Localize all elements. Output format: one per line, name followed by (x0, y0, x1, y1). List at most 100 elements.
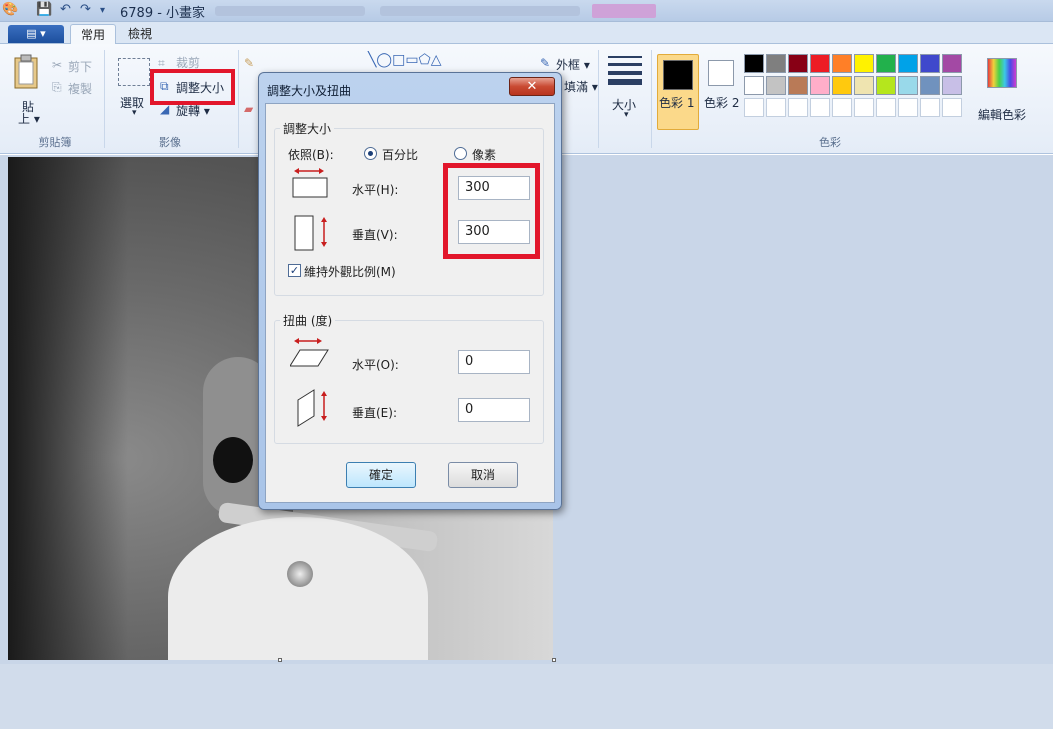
custom-color-slot[interactable] (832, 98, 852, 117)
color1-button[interactable] (657, 54, 699, 130)
skew-legend: 扭曲 (度) (280, 312, 336, 329)
palette-color-swatch[interactable] (942, 76, 962, 95)
custom-color-slot[interactable] (876, 98, 896, 117)
horizontal-skew-icon (290, 338, 329, 367)
collar-bell (287, 561, 313, 587)
paint-app-icon[interactable]: 🎨 (2, 2, 18, 17)
pixels-label[interactable]: 像素 (472, 146, 496, 163)
palette-color-swatch[interactable] (876, 76, 896, 95)
select-icon[interactable] (118, 58, 150, 86)
edit-colors-icon[interactable] (987, 58, 1017, 88)
maintain-ratio-label[interactable]: 維持外觀比例(M) (304, 263, 396, 280)
workspace-bottom (0, 664, 1053, 729)
custom-color-slot[interactable] (942, 98, 962, 117)
separator (598, 50, 599, 148)
custom-color-slot[interactable] (744, 98, 764, 117)
palette-color-swatch[interactable] (744, 76, 764, 95)
separator (238, 50, 239, 148)
palette-color-swatch[interactable] (766, 76, 786, 95)
custom-color-slot[interactable] (898, 98, 918, 117)
palette-color-swatch[interactable] (920, 76, 940, 95)
percent-label[interactable]: 百分比 (382, 146, 418, 163)
color1-label[interactable]: 色彩 1 (659, 94, 694, 111)
dialog-close-button[interactable]: ✕ (509, 77, 555, 96)
palette-color-swatch[interactable] (788, 76, 808, 95)
palette-color-swatch[interactable] (766, 54, 786, 73)
outline-button[interactable]: 外框 ▾ (556, 56, 590, 73)
clipboard-group-label: 剪貼簿 (38, 136, 72, 149)
palette-color-swatch[interactable] (898, 76, 918, 95)
title-blur (380, 6, 580, 16)
color1-swatch (663, 60, 693, 90)
custom-color-slot[interactable] (788, 98, 808, 117)
ribbon-tabs: ▤ ▾ 常用 檢視 (0, 22, 1053, 45)
paste-button[interactable] (12, 52, 42, 92)
color2-label[interactable]: 色彩 2 (704, 94, 739, 111)
cut-icon[interactable]: ✂ (52, 58, 62, 72)
copy-icon[interactable]: ⎘ (52, 80, 62, 95)
canvas-resize-handle-corner[interactable] (552, 658, 556, 662)
resize-legend: 調整大小 (280, 120, 335, 137)
quick-access-dropdown-icon[interactable]: ▾ (100, 5, 105, 16)
title-accent (592, 4, 656, 18)
copy-button[interactable]: 複製 (68, 80, 92, 97)
skew-vertical-label: 垂直(E): (352, 406, 397, 420)
eraser-icon[interactable]: ▰ (244, 102, 253, 116)
custom-color-slot[interactable] (920, 98, 940, 117)
palette-color-swatch[interactable] (854, 76, 874, 95)
line-size-icon[interactable] (608, 54, 642, 88)
palette-color-swatch[interactable] (832, 76, 852, 95)
separator (651, 50, 652, 148)
skew-vertical-input[interactable]: 0 (458, 398, 530, 422)
palette-color-swatch[interactable] (832, 54, 852, 73)
window-title: 6789 - 小畫家 (120, 6, 206, 21)
size-dropdown-icon[interactable]: ▾ (624, 110, 629, 120)
tab-home[interactable]: 常用 (70, 24, 117, 45)
redo-icon[interactable]: ↷ (80, 2, 91, 17)
fill-button[interactable]: 填滿 ▾ (564, 78, 598, 95)
select-dropdown-icon[interactable]: ▾ (132, 108, 137, 118)
app-menu-button[interactable]: ▤ ▾ (8, 25, 64, 43)
tab-view[interactable]: 檢視 (118, 24, 162, 45)
save-icon[interactable]: 💾 (36, 2, 52, 17)
paste-dropdown[interactable]: 上 ▾ (18, 110, 40, 127)
percent-radio[interactable] (364, 147, 377, 160)
vertical-resize-icon (294, 215, 327, 251)
custom-color-slot[interactable] (810, 98, 830, 117)
palette-color-swatch[interactable] (942, 54, 962, 73)
horizontal-resize-icon (292, 168, 328, 198)
palette-color-swatch[interactable] (920, 54, 940, 73)
pencil-icon[interactable]: ✎ (244, 56, 254, 70)
vertical-skew-icon (297, 389, 327, 427)
palette-color-swatch[interactable] (810, 54, 830, 73)
outline-icon[interactable]: ✎ (540, 56, 550, 70)
edit-colors-button[interactable]: 編輯色彩 (978, 106, 1026, 123)
resize-highlight-frame (150, 69, 235, 105)
by-label: 依照(B): (288, 148, 334, 162)
custom-color-slot[interactable] (854, 98, 874, 117)
undo-icon[interactable]: ↶ (60, 2, 71, 17)
palette-color-swatch[interactable] (898, 54, 918, 73)
colors-group-label: 色彩 (819, 136, 841, 149)
horizontal-label: 水平(H): (352, 183, 399, 197)
custom-color-slot[interactable] (766, 98, 786, 117)
palette-color-swatch[interactable] (744, 54, 764, 73)
title-bar: 🎨 💾 ↶ ↷ ▾ 6789 - 小畫家 (0, 0, 1053, 22)
maintain-ratio-checkbox[interactable]: ✓ (288, 264, 301, 277)
palette-color-swatch[interactable] (854, 54, 874, 73)
color2-swatch[interactable] (708, 60, 734, 86)
ok-button[interactable]: 確定 (346, 462, 416, 488)
palette-color-swatch[interactable] (810, 76, 830, 95)
palette-color-swatch[interactable] (788, 54, 808, 73)
title-blur (215, 6, 365, 16)
canvas-resize-handle-bottom[interactable] (278, 658, 282, 662)
skew-horizontal-label: 水平(O): (352, 358, 399, 372)
palette-color-swatch[interactable] (876, 54, 896, 73)
photo-shadow (8, 157, 128, 660)
resize-skew-dialog: 調整大小及扭曲 ✕ 調整大小 依照(B): 百分比 像素 水平(H): 300 … (258, 72, 562, 510)
shapes-gallery-icon[interactable]: ╲◯□▭⬠△ (368, 52, 442, 68)
skew-horizontal-input[interactable]: 0 (458, 350, 530, 374)
cancel-button[interactable]: 取消 (448, 462, 518, 488)
cut-button[interactable]: 剪下 (68, 58, 92, 75)
pixels-radio[interactable] (454, 147, 467, 160)
